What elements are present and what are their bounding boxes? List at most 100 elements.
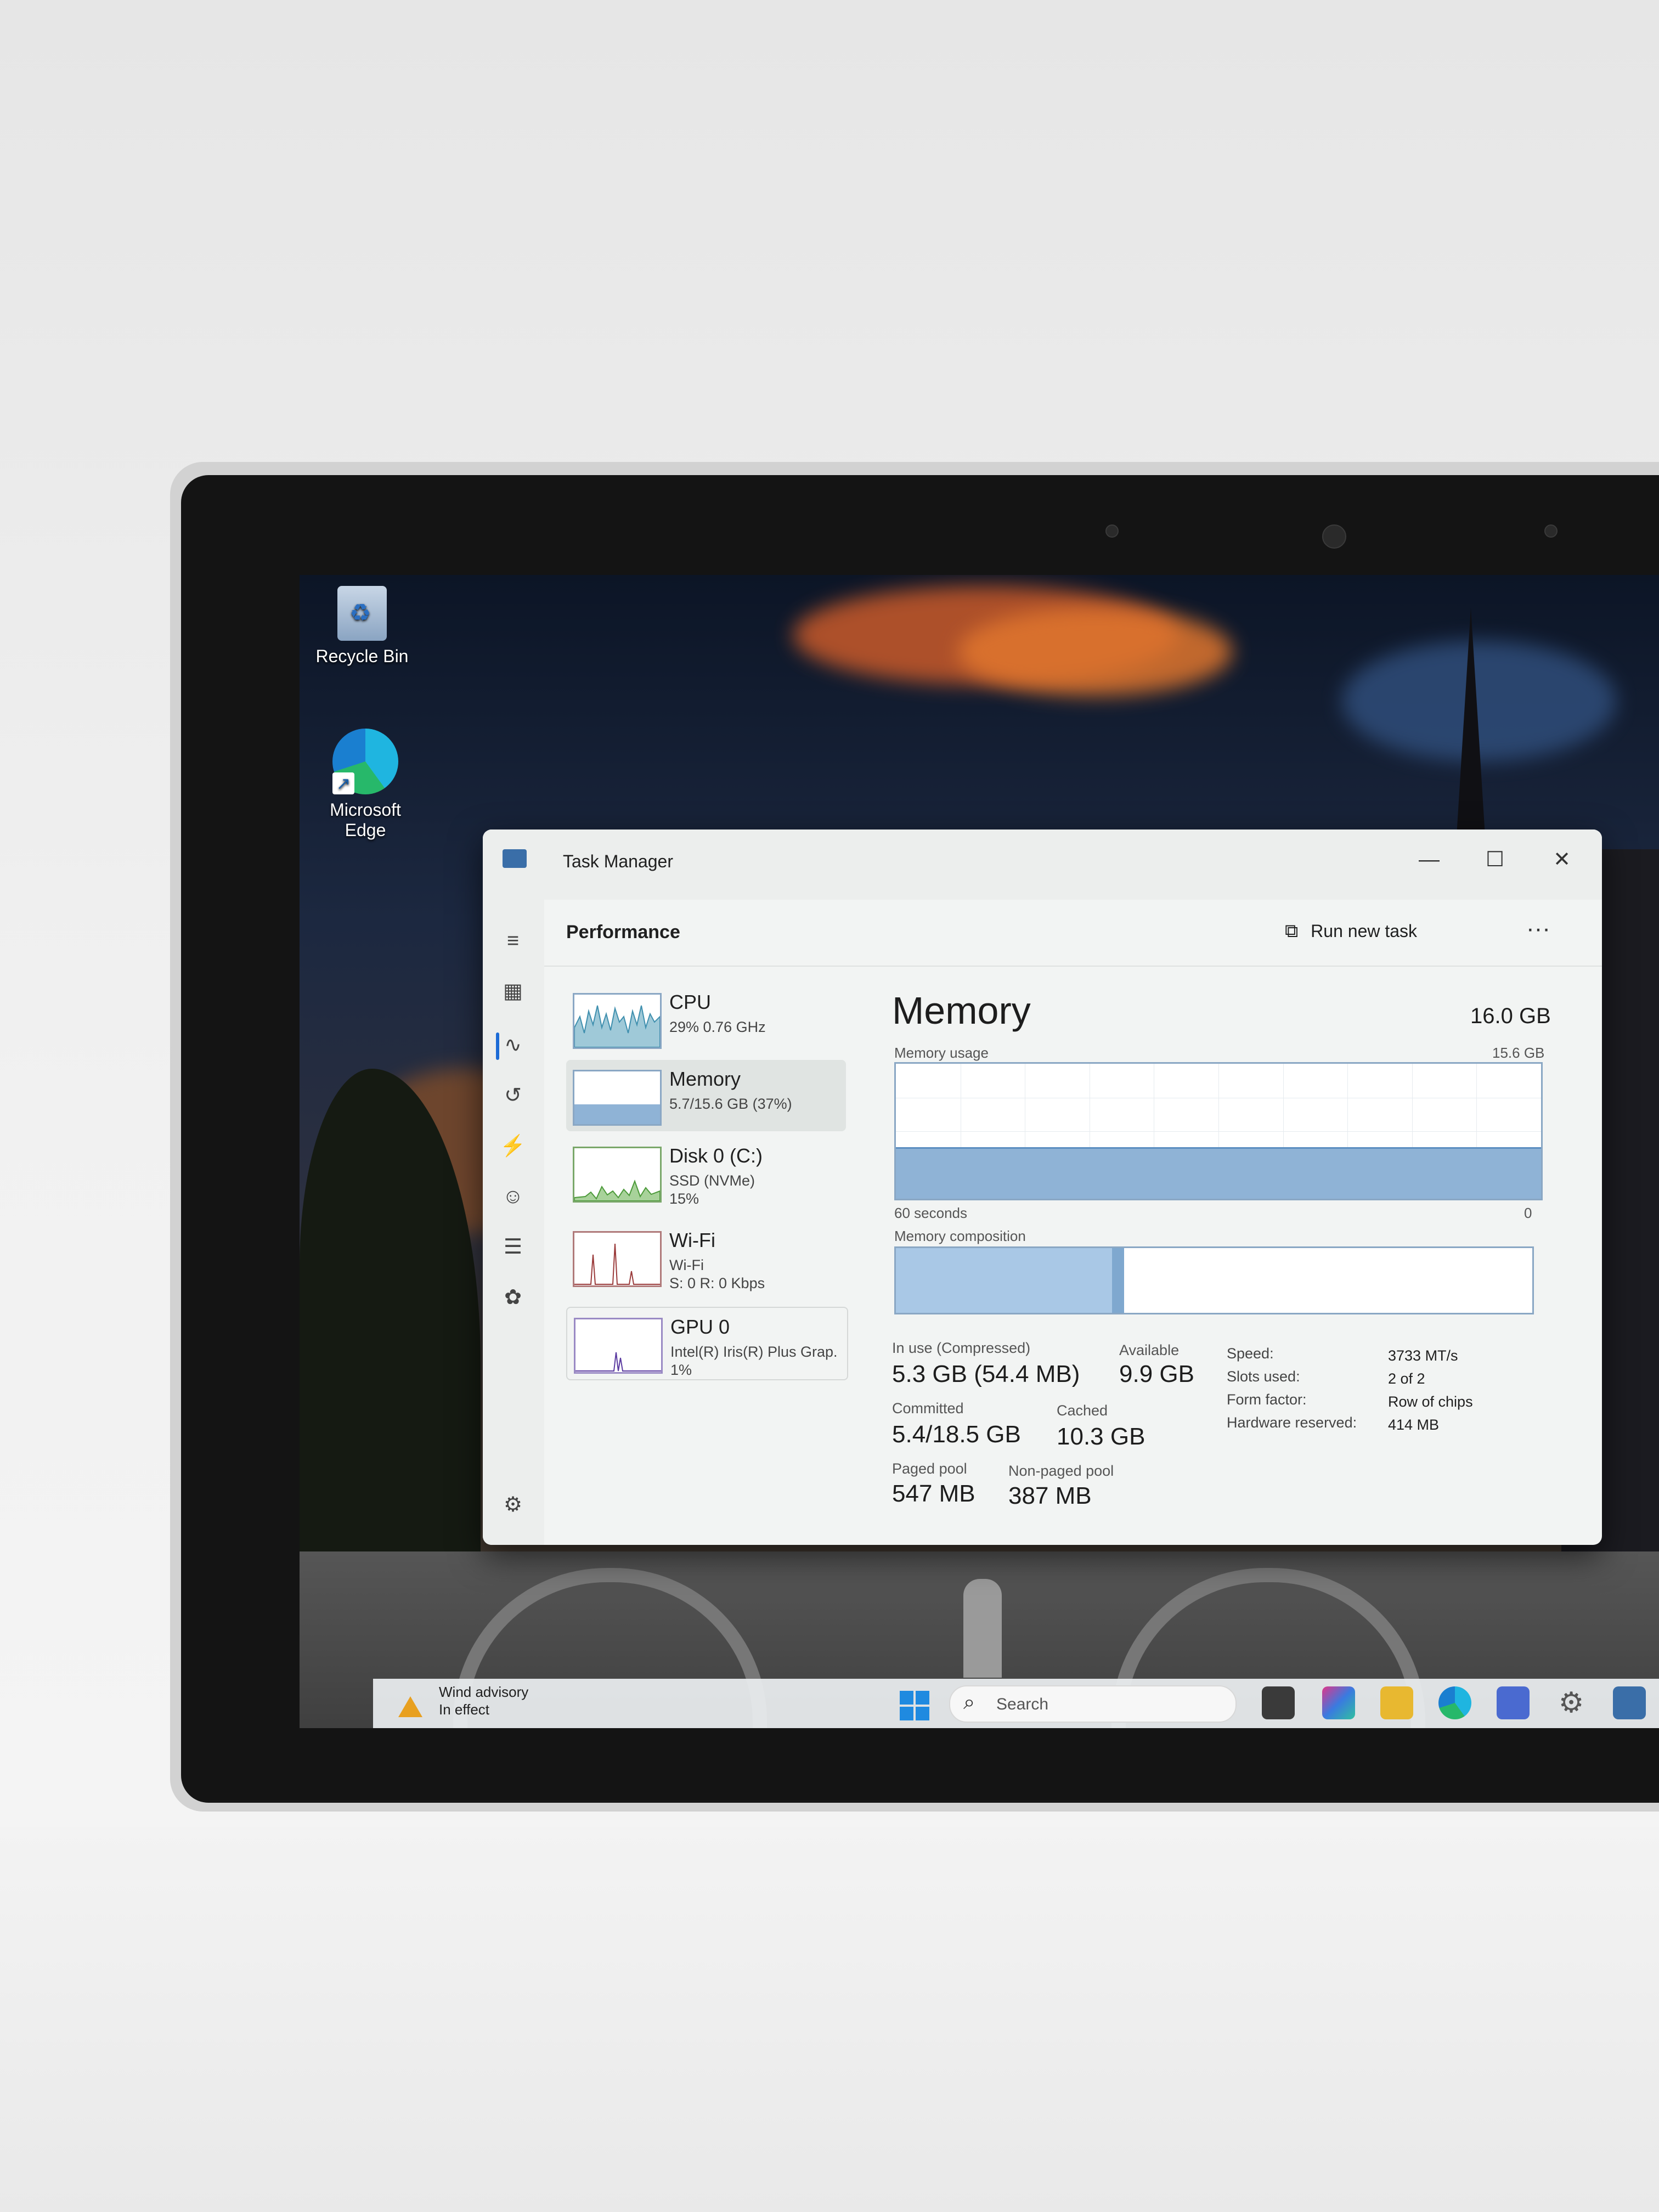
slots-used-key: Slots used:	[1227, 1368, 1300, 1385]
desktop-icon-label: Recycle Bin	[315, 646, 409, 666]
warning-icon	[398, 1696, 422, 1717]
non-paged-pool-label: Non-paged pool	[1008, 1463, 1114, 1479]
form-factor-key: Form factor:	[1227, 1391, 1307, 1408]
perf-item-sub-line: S: 0 R: 0 Kbps	[669, 1275, 765, 1291]
file-explorer-icon[interactable]	[1380, 1686, 1413, 1719]
wallpaper-cloud	[958, 608, 1232, 696]
perf-item-name: CPU	[669, 991, 712, 1013]
available-value: 9.9 GB	[1119, 1361, 1194, 1387]
memory-total: 16.0 GB	[1470, 1004, 1551, 1028]
minimize-button[interactable]: —	[1404, 840, 1454, 879]
perf-item-name: GPU 0	[670, 1316, 730, 1338]
shortcut-arrow-icon: ↗	[332, 772, 354, 794]
copilot-icon[interactable]	[1322, 1686, 1355, 1719]
perf-item-cpu[interactable]: CPU 29% 0.76 GHz	[566, 983, 846, 1054]
memory-usage-max: 15.6 GB	[1492, 1045, 1545, 1061]
performance-icon[interactable]: ∿	[498, 1030, 528, 1060]
camera-lens-icon	[1322, 524, 1346, 549]
task-manager-taskbar-icon[interactable]	[1613, 1686, 1646, 1719]
disk-thumbnail-graph	[573, 1147, 662, 1203]
memory-usage-graph	[894, 1062, 1543, 1200]
memory-thumbnail-fill	[574, 1104, 660, 1124]
available-label: Available	[1119, 1342, 1180, 1358]
task-view-icon[interactable]	[1262, 1686, 1295, 1719]
committed-label: Committed	[892, 1400, 964, 1417]
photo-background-table	[0, 1827, 1659, 2212]
maximize-button[interactable]: ☐	[1470, 840, 1520, 879]
page-header: Performance ⧉ Run new task ···	[544, 900, 1602, 967]
ir-sensor-icon	[1544, 524, 1558, 538]
composition-in-use-segment	[896, 1248, 1114, 1313]
memory-usage-label: Memory usage	[894, 1045, 989, 1061]
perf-item-sub-line: Intel(R) Iris(R) Plus Grap.	[670, 1344, 838, 1360]
perf-item-sub: Wi-Fi S: 0 R: 0 Kbps	[669, 1256, 765, 1293]
graph-time-label: 60 seconds	[894, 1205, 967, 1221]
startup-apps-icon[interactable]: ⚡	[498, 1131, 528, 1161]
settings-gear-icon[interactable]: ⚙	[498, 1490, 528, 1520]
run-new-task-label: Run new task	[1311, 921, 1418, 941]
window-title: Task Manager	[563, 851, 673, 871]
committed-value: 5.4/18.5 GB	[892, 1421, 1021, 1448]
perf-item-gpu[interactable]: GPU 0 Intel(R) Iris(R) Plus Grap. 1%	[566, 1307, 848, 1380]
wallpaper-statue	[963, 1579, 1002, 1678]
desktop-icon-edge[interactable]: ↗ Microsoft Edge	[311, 729, 420, 840]
memory-composition-bar	[894, 1246, 1534, 1314]
non-paged-pool-value: 387 MB	[1008, 1482, 1092, 1509]
services-icon[interactable]: ✿	[498, 1283, 528, 1312]
cpu-thumbnail-graph	[573, 993, 662, 1049]
paged-pool-label: Paged pool	[892, 1460, 967, 1477]
perf-item-sub: 29% 0.76 GHz	[669, 1019, 766, 1035]
run-new-task-button[interactable]: ⧉ Run new task	[1285, 921, 1417, 942]
in-use-value: 5.3 GB (54.4 MB)	[892, 1361, 1080, 1387]
hamburger-menu-icon[interactable]: ≡	[498, 926, 528, 956]
perf-item-sub: Intel(R) Iris(R) Plus Grap. 1%	[670, 1343, 838, 1379]
paged-pool-value: 547 MB	[892, 1480, 975, 1507]
perf-item-sub-line: SSD (NVMe)	[669, 1172, 755, 1189]
task-manager-app-icon	[503, 849, 527, 868]
details-icon[interactable]: ☰	[498, 1232, 528, 1262]
disk-sparkline	[574, 1180, 660, 1201]
perf-item-name: Disk 0 (C:)	[669, 1144, 763, 1167]
hardware-reserved-value: 414 MB	[1388, 1417, 1440, 1433]
edge-icon: ↗	[332, 729, 398, 794]
store-icon[interactable]	[1497, 1686, 1530, 1719]
gpu-sparkline	[575, 1352, 661, 1372]
composition-modified-segment	[1112, 1248, 1125, 1313]
search-box[interactable]: ⌕ Search	[949, 1685, 1237, 1723]
more-options-button[interactable]: ···	[1526, 915, 1550, 943]
perf-item-memory[interactable]: Memory 5.7/15.6 GB (37%)	[566, 1060, 846, 1131]
cached-label: Cached	[1057, 1402, 1108, 1419]
speed-value: 3733 MT/s	[1388, 1347, 1458, 1364]
cached-value: 10.3 GB	[1057, 1423, 1146, 1450]
task-manager-window: Task Manager — ☐ ✕ ≡ ▦ ∿ ↺ ⚡ ☺ ☰ ✿ ⚙ Per…	[483, 830, 1602, 1545]
camera-sensor-icon	[1105, 524, 1119, 538]
perf-item-sub: 5.7/15.6 GB (37%)	[669, 1096, 792, 1112]
app-history-icon[interactable]: ↺	[498, 1081, 528, 1110]
nav-rail: ≡ ▦ ∿ ↺ ⚡ ☺ ☰ ✿ ⚙	[483, 900, 544, 1545]
memory-title: Memory	[892, 989, 1031, 1032]
perf-item-wifi[interactable]: Wi-Fi Wi-Fi S: 0 R: 0 Kbps	[566, 1221, 846, 1293]
desktop-icon-label: Microsoft Edge	[330, 800, 401, 840]
weather-line1: Wind advisory	[439, 1684, 529, 1700]
run-task-icon: ⧉	[1285, 921, 1299, 941]
close-button[interactable]: ✕	[1537, 840, 1587, 879]
memory-composition-label: Memory composition	[894, 1228, 1026, 1244]
processes-icon[interactable]: ▦	[498, 977, 528, 1006]
start-button[interactable]	[900, 1691, 929, 1720]
settings-taskbar-icon[interactable]: ⚙	[1555, 1686, 1588, 1719]
users-icon[interactable]: ☺	[498, 1182, 528, 1211]
weather-widget[interactable]: Wind advisory In effect	[439, 1683, 528, 1718]
graph-zero-label: 0	[1524, 1205, 1532, 1221]
perf-item-disk[interactable]: Disk 0 (C:) SSD (NVMe) 15%	[566, 1137, 846, 1208]
perf-item-sub-line: Wi-Fi	[669, 1257, 704, 1273]
wifi-thumbnail-graph	[573, 1231, 662, 1287]
wifi-sparkline	[574, 1243, 660, 1285]
desktop-icon-recycle-bin[interactable]: ♻ Recycle Bin	[307, 586, 417, 667]
form-factor-value: Row of chips	[1388, 1393, 1473, 1410]
taskbar: Wind advisory In effect ⌕ Search ⚙	[373, 1679, 1659, 1728]
in-use-label: In use (Compressed)	[892, 1340, 1031, 1356]
edge-taskbar-icon[interactable]	[1438, 1686, 1471, 1719]
cpu-sparkline	[574, 1005, 660, 1047]
perf-item-sub-line: 15%	[669, 1190, 699, 1207]
search-placeholder: Search	[996, 1695, 1049, 1713]
